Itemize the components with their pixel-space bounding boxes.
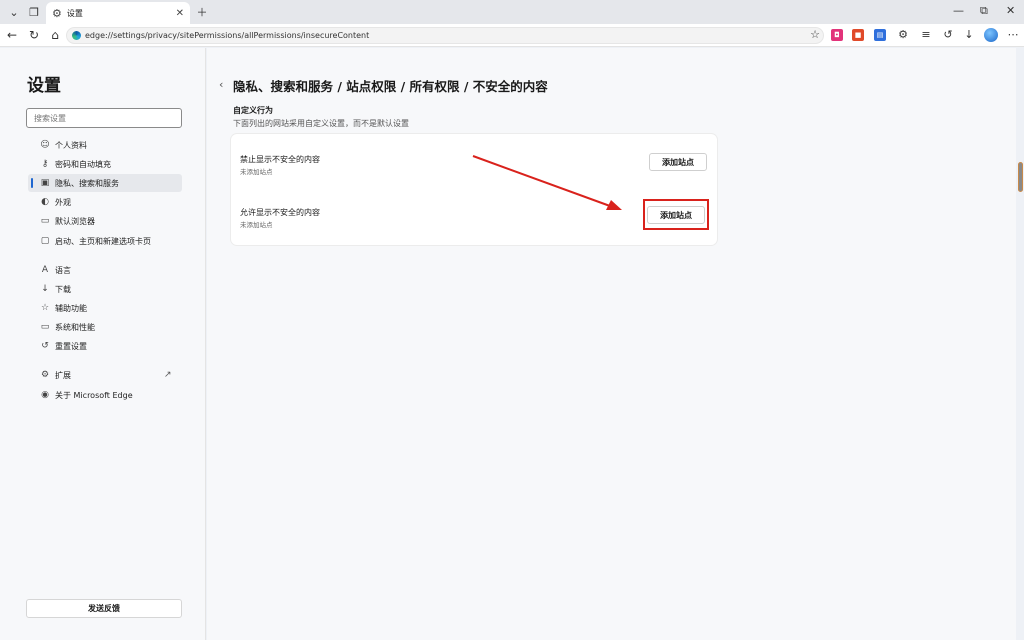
- sidebar-item-label: 启动、主页和新建选项卡页: [55, 236, 151, 246]
- sidebar-item-appearance[interactable]: ◐ 外观: [28, 193, 182, 211]
- tab-settings[interactable]: ⚙ 设置 ✕: [46, 2, 190, 24]
- sidebar-item-profiles[interactable]: ☺ 个人资料: [28, 136, 182, 154]
- block-row-title: 禁止显示不安全的内容: [240, 155, 320, 164]
- sidebar-item-label: 隐私、搜索和服务: [55, 178, 119, 188]
- sidebar-item-label: 关于 Microsoft Edge: [55, 390, 133, 400]
- address-bar[interactable]: edge://settings/privacy/sitePermissions/…: [66, 27, 824, 44]
- extensions-icon: ⚙: [40, 370, 50, 380]
- sidebar-item-downloads[interactable]: ↓ 下载: [28, 280, 182, 298]
- scrollbar-thumb[interactable]: [1018, 162, 1023, 192]
- section-subtitle: 下面列出的网站采用自定义设置，而不是默认设置: [233, 119, 409, 128]
- add-block-site-button[interactable]: 添加站点: [649, 153, 707, 171]
- profile-icon: ☺: [40, 140, 50, 150]
- edge-logo-icon: [72, 31, 81, 40]
- extensions-puzzle-icon[interactable]: ⚙: [896, 28, 910, 41]
- section-title: 自定义行为: [233, 106, 273, 115]
- new-tab-button[interactable]: ＋: [193, 3, 211, 21]
- home-tabs-icon: ▢: [40, 236, 50, 246]
- edge-icon: ◉: [41, 390, 49, 400]
- appearance-icon: ◐: [41, 197, 49, 207]
- external-link-icon: ↗: [164, 370, 172, 380]
- allow-row-title: 允许显示不安全的内容: [240, 208, 320, 217]
- history-icon[interactable]: ↺: [941, 28, 955, 41]
- settings-title: 设置: [27, 76, 61, 96]
- sidebar-item-extensions[interactable]: ⚙ 扩展: [28, 366, 182, 384]
- download-icon: ↓: [41, 284, 49, 294]
- reset-icon: ↺: [41, 341, 49, 351]
- sidebar-item-reset[interactable]: ↺ 重置设置: [28, 337, 182, 355]
- workspaces-icon[interactable]: ❐: [25, 3, 43, 21]
- system-icon: ▭: [40, 322, 50, 332]
- more-menu-icon[interactable]: ⋯: [1006, 28, 1020, 41]
- sidebar-item-label: 语言: [55, 265, 71, 275]
- sidebar-item-label: 个人资料: [55, 140, 87, 150]
- sidebar-item-default-browser[interactable]: ▭ 默认浏览器: [28, 212, 182, 230]
- sidebar-item-about[interactable]: ◉ 关于 Microsoft Edge: [28, 386, 182, 404]
- sidebar-item-label: 辅助功能: [55, 303, 87, 313]
- sidebar-item-label: 下载: [55, 284, 71, 294]
- back-chevron-icon[interactable]: ‹: [219, 78, 223, 91]
- refresh-icon[interactable]: ↻: [26, 27, 42, 43]
- browser-icon: ▭: [40, 216, 50, 226]
- home-icon[interactable]: ⌂: [47, 27, 63, 43]
- breadcrumb: 隐私、搜索和服务 / 站点权限 / 所有权限 / 不安全的内容: [233, 79, 548, 94]
- highlight-box: [643, 199, 709, 230]
- sidebar-item-label: 系统和性能: [55, 322, 95, 332]
- extension-3-icon[interactable]: ▤: [874, 29, 886, 41]
- key-icon: ⚷: [41, 159, 49, 169]
- minimize-icon[interactable]: —: [953, 4, 964, 17]
- back-arrow-icon[interactable]: ←: [4, 27, 20, 43]
- sidebar-item-system[interactable]: ▭ 系统和性能: [28, 318, 182, 336]
- downloads-icon[interactable]: ↓: [962, 28, 976, 41]
- sidebar-item-start-home[interactable]: ▢ 启动、主页和新建选项卡页: [28, 232, 182, 250]
- close-tab-icon[interactable]: ✕: [176, 8, 184, 19]
- sidebar-item-accessibility[interactable]: ☆ 辅助功能: [28, 299, 182, 317]
- tab-actions-chevron-icon[interactable]: ⌄: [5, 3, 23, 21]
- favorites-icon[interactable]: ≡: [919, 28, 933, 41]
- send-feedback-button[interactable]: 发送反馈: [26, 599, 182, 618]
- search-settings-input[interactable]: [26, 108, 182, 128]
- allow-row-subtitle: 未添加站点: [240, 221, 273, 229]
- extension-2-icon[interactable]: ■: [852, 29, 864, 41]
- block-row-subtitle: 未添加站点: [240, 168, 273, 176]
- favorite-star-icon[interactable]: ☆: [808, 28, 822, 41]
- active-indicator: [31, 178, 33, 188]
- gear-icon: ⚙: [52, 6, 62, 20]
- extension-1-icon[interactable]: ◘: [831, 29, 843, 41]
- tab-title: 设置: [66, 8, 83, 18]
- lock-icon: ▣: [40, 178, 50, 188]
- profile-avatar-icon[interactable]: [984, 28, 998, 42]
- sidebar-item-label: 重置设置: [55, 341, 87, 351]
- accessibility-icon: ☆: [40, 303, 50, 313]
- url-text: edge://settings/privacy/sitePermissions/…: [85, 31, 370, 40]
- sidebar-item-privacy[interactable]: ▣ 隐私、搜索和服务: [28, 174, 182, 192]
- close-window-icon[interactable]: ✕: [1006, 4, 1015, 17]
- sidebar-item-label: 扩展: [55, 370, 71, 380]
- restore-icon[interactable]: ⧉: [980, 4, 988, 18]
- sidebar-item-passwords[interactable]: ⚷ 密码和自动填充: [28, 155, 182, 173]
- language-icon: A: [41, 265, 49, 275]
- sidebar-item-label: 默认浏览器: [55, 216, 95, 226]
- sidebar-item-languages[interactable]: A 语言: [28, 261, 182, 279]
- sidebar-item-label: 密码和自动填充: [55, 159, 111, 169]
- sidebar-item-label: 外观: [55, 197, 71, 207]
